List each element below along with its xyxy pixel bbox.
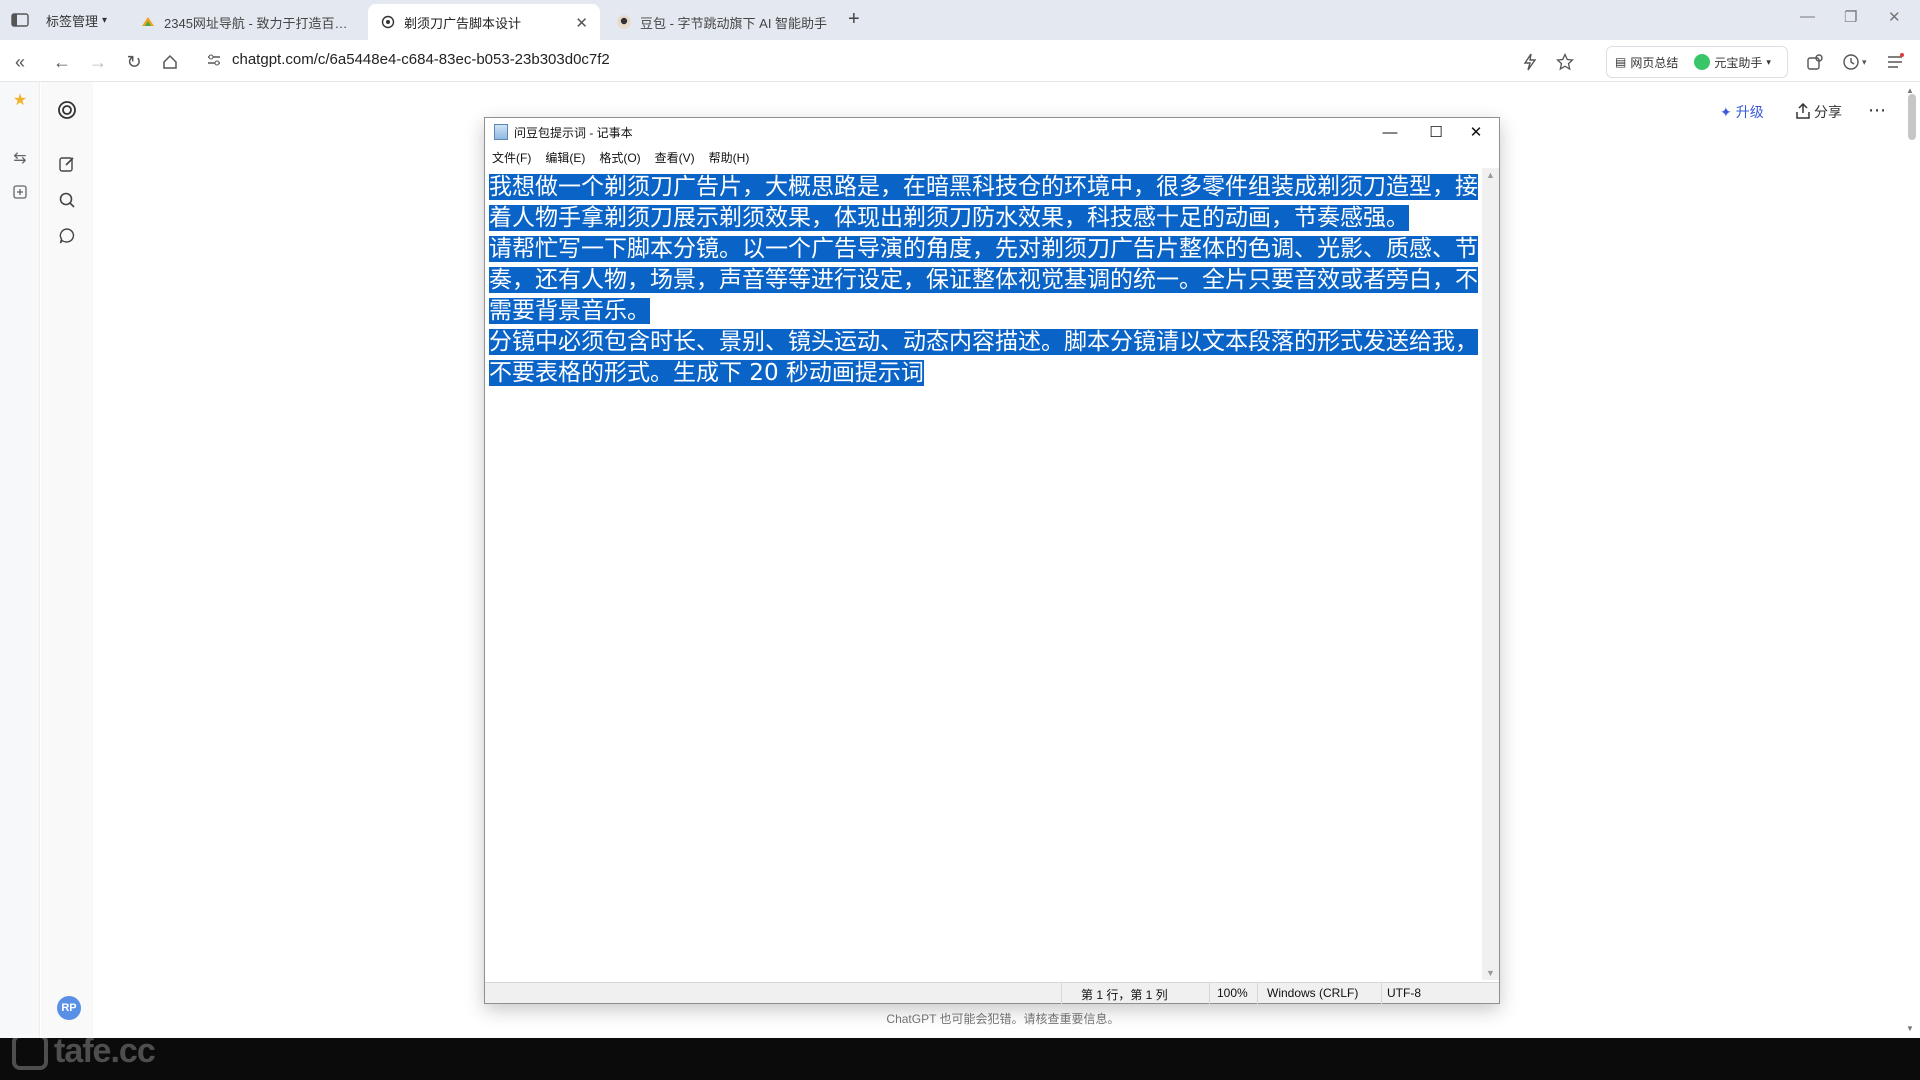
- url-field[interactable]: chatgpt.com/c/6a5448e4-c684-83ec-b053-23…: [232, 51, 610, 68]
- chevron-down-icon: ▾: [1766, 56, 1771, 67]
- tab-doubao[interactable]: 豆包 - 字节跳动旗下 AI 智能助手: [604, 4, 840, 40]
- search-icon[interactable]: [55, 188, 79, 212]
- watermark: tafe.cc: [12, 1032, 156, 1071]
- doubao-favicon-icon: [616, 14, 632, 30]
- assistant-group: ▤ 网页总结 元宝助手 ▾: [1606, 46, 1788, 78]
- paragraph-2: 请帮忙写一下脚本分镜。以一个广告导演的角度，先对剃须刀广告片整体的色调、光影、质…: [489, 236, 1478, 324]
- notepad-scrollbar[interactable]: ▲ ▼: [1482, 168, 1499, 980]
- tab-manager-button[interactable]: 标签管理 ▾: [46, 10, 107, 30]
- yuanbao-button[interactable]: 元宝助手 ▾: [1686, 54, 1779, 71]
- share-button[interactable]: 分享: [1796, 102, 1842, 122]
- disclaimer: ChatGPT 也可能会犯错。请核查重要信息。: [886, 1012, 1120, 1026]
- watermark-play-icon: [12, 1033, 48, 1070]
- notepad-title: 问豆包提示词 - 记事本: [514, 126, 633, 140]
- paragraph-3: 分镜中必须包含时长、景别、镜头运动、动态内容描述。脚本分镜请以文本段落的形式发送…: [489, 329, 1478, 386]
- menu-edit[interactable]: 编辑(E): [545, 149, 585, 166]
- tab-chatgpt[interactable]: 剃须刀广告脚本设计 ✕: [368, 4, 600, 40]
- encoding: UTF-8: [1387, 986, 1421, 1000]
- notepad-statusbar: 第 1 行，第 1 列 100% Windows (CRLF) UTF-8: [485, 982, 1499, 1004]
- more-options-icon[interactable]: ⋯: [1868, 100, 1886, 121]
- zoom-level: 100%: [1217, 986, 1248, 1000]
- bookmark-star-icon[interactable]: [1556, 51, 1574, 73]
- maximize-icon[interactable]: ☐: [1421, 121, 1451, 143]
- line-ending: Windows (CRLF): [1267, 986, 1359, 1000]
- 2345-favicon-icon: [140, 14, 156, 30]
- paragraph-1: 我想做一个剃须刀广告片，大概思路是，在暗黑科技仓的环境中，很多零件组装成剃须刀造…: [489, 174, 1478, 231]
- close-icon[interactable]: ✕: [1461, 121, 1491, 143]
- upgrade-button[interactable]: ✦ 升级: [1720, 102, 1764, 122]
- close-window-icon[interactable]: ✕: [1888, 8, 1901, 26]
- page-summary-button[interactable]: ▤ 网页总结: [1607, 54, 1686, 71]
- status-divider: [1257, 983, 1258, 1004]
- share-label: 分享: [1814, 104, 1842, 120]
- chat-bubble-icon[interactable]: [55, 224, 79, 248]
- scroll-up-arrow-icon[interactable]: ▲: [1482, 170, 1499, 180]
- upgrade-label: 升级: [1735, 104, 1764, 120]
- close-tab-icon[interactable]: ✕: [575, 14, 588, 32]
- chevron-down-icon: ▾: [102, 14, 108, 26]
- status-divider: [1381, 983, 1382, 1004]
- watermark-text: tafe.cc: [54, 1032, 156, 1070]
- notepad-window: 问豆包提示词 - 记事本 — ☐ ✕ 文件(F) 编辑(E) 格式(O) 查看(…: [484, 117, 1500, 1004]
- page-summary-label: 网页总结: [1630, 55, 1679, 70]
- lightning-icon[interactable]: [1522, 51, 1538, 73]
- menu-help[interactable]: 帮助(H): [709, 149, 750, 166]
- sparkle-icon: ✦: [1720, 103, 1732, 120]
- cursor-position: 第 1 行，第 1 列: [1081, 988, 1168, 1002]
- notepad-icon: [494, 124, 508, 140]
- status-divider: [1061, 983, 1062, 1004]
- favorites-star-icon[interactable]: ★: [10, 90, 30, 110]
- history-icon[interactable]: ▾: [1842, 51, 1867, 73]
- minimize-icon[interactable]: —: [1800, 8, 1815, 25]
- notepad-menubar: 文件(F) 编辑(E) 格式(O) 查看(V) 帮助(H): [485, 146, 1499, 168]
- tab-2345[interactable]: 2345网址导航 - 致力于打造百年品牌: [128, 4, 364, 40]
- site-settings-icon[interactable]: [206, 52, 222, 68]
- tab-title: 豆包 - 字节跳动旗下 AI 智能助手: [640, 15, 828, 31]
- summary-icon: ▤: [1615, 55, 1627, 69]
- address-bar: « ← → ↻ chatgpt.com/c/6a5448e4-c684-83ec…: [0, 40, 1920, 82]
- new-chat-icon[interactable]: [55, 152, 79, 176]
- chatgpt-logo-icon[interactable]: [55, 98, 79, 122]
- extensions-icon[interactable]: [1806, 51, 1824, 73]
- notepad-text-area[interactable]: 我想做一个剃须刀广告片，大概思路是，在暗黑科技仓的环境中，很多零件组装成剃须刀造…: [485, 168, 1485, 984]
- menu-format[interactable]: 格式(O): [599, 149, 640, 166]
- tab-title: 剃须刀广告脚本设计: [404, 15, 522, 31]
- reload-icon[interactable]: ↻: [122, 50, 146, 74]
- new-tab-button[interactable]: +: [848, 8, 860, 31]
- tab-manager-label: 标签管理: [46, 13, 99, 29]
- share-icon: [1796, 102, 1810, 122]
- browser-side-rail: ★ ⇆: [0, 82, 40, 1038]
- sidebar-toggle-icon[interactable]: [8, 10, 32, 30]
- page-scrollbar[interactable]: [1908, 94, 1916, 140]
- menu-icon[interactable]: [1886, 51, 1904, 73]
- scroll-down-arrow-icon[interactable]: ▼: [1482, 968, 1499, 978]
- menu-file[interactable]: 文件(F): [492, 149, 531, 166]
- back-icon[interactable]: ←: [50, 50, 74, 74]
- tab-strip: 标签管理 ▾ 2345网址导航 - 致力于打造百年品牌 剃须刀广告脚本设计 ✕ …: [0, 0, 1920, 40]
- taskbar: [0, 1038, 1920, 1080]
- chatgpt-sidebar: RP: [41, 82, 93, 1038]
- home-icon[interactable]: [158, 50, 182, 74]
- minimize-icon[interactable]: —: [1375, 121, 1405, 143]
- chatgpt-favicon-icon: [380, 14, 396, 30]
- notepad-titlebar[interactable]: 问豆包提示词 - 记事本 — ☐ ✕: [485, 118, 1499, 146]
- yuanbao-label: 元宝助手: [1714, 55, 1763, 70]
- status-divider: [1209, 983, 1210, 1004]
- yuanbao-logo-icon: [1694, 54, 1711, 70]
- collapse-sidebar-icon[interactable]: «: [8, 50, 32, 74]
- forward-icon[interactable]: →: [86, 50, 110, 74]
- swap-icon[interactable]: ⇆: [10, 148, 30, 168]
- restore-icon[interactable]: ❐: [1844, 8, 1857, 26]
- tab-title: 2345网址导航 - 致力于打造百年品牌: [164, 15, 352, 31]
- add-panel-icon[interactable]: [10, 182, 30, 202]
- menu-view[interactable]: 查看(V): [655, 149, 695, 166]
